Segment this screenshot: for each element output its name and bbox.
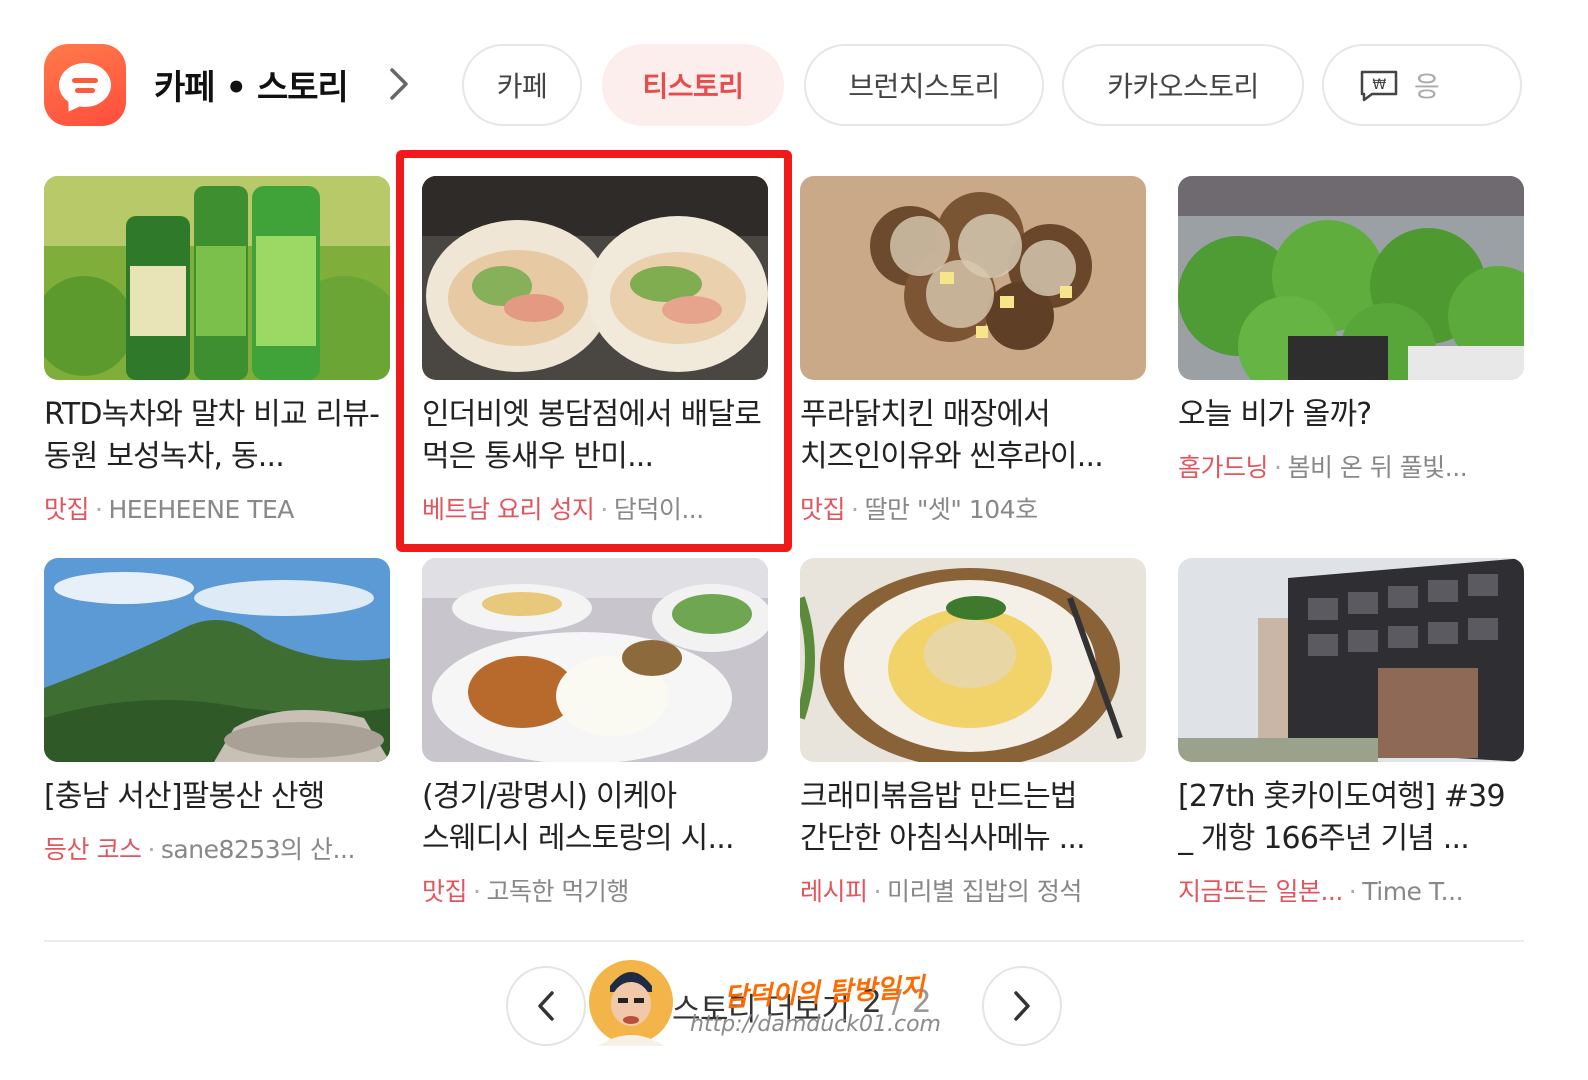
- card-source[interactable]: 고독한 먹기행: [486, 877, 629, 906]
- svg-text:₩: ₩: [1372, 77, 1386, 93]
- tab-label: 브런치스토리: [848, 70, 1000, 103]
- story-card[interactable]: 푸라닭치킨 매장에서 치즈인이유와 씬후라이... 맛집 · 딸만 "셋" 104호: [800, 176, 1146, 528]
- tab-label: 티스토리: [642, 70, 744, 103]
- card-title[interactable]: [27th 홋카이도여행] #39 _ 개항 166주년 기념 ...: [1178, 776, 1524, 860]
- next-page-button[interactable]: [982, 966, 1062, 1046]
- card-title[interactable]: RTD녹차와 말차 비교 리뷰- 동원 보성녹차, 동...: [44, 394, 390, 478]
- card-source[interactable]: Time T...: [1362, 877, 1463, 906]
- watermark-avatar: [588, 952, 674, 1046]
- chevron-right-icon: [1014, 991, 1030, 1021]
- card-category[interactable]: 맛집: [44, 495, 90, 524]
- card-thumbnail[interactable]: [1178, 176, 1524, 380]
- tab-brunch-story[interactable]: 브런치스토리: [804, 44, 1044, 126]
- story-card[interactable]: [충남 서산]팔봉산 산행 등산 코스 · sane8253의 산...: [44, 558, 390, 910]
- card-thumbnail[interactable]: [800, 176, 1146, 380]
- card-category[interactable]: 지금뜨는 일본...: [1178, 877, 1343, 906]
- cafe-story-app-icon: [44, 44, 126, 126]
- card-meta: 맛집 · 딸만 "셋" 104호: [800, 495, 1038, 524]
- story-card[interactable]: RTD녹차와 말차 비교 리뷰- 동원 보성녹차, 동... 맛집 · HEEHEE…: [44, 176, 390, 528]
- card-meta: 등산 코스 · sane8253의 산...: [44, 835, 355, 864]
- category-tabs: 카페 티스토리 브런치스토리 카카오스토리 ₩ 응: [462, 42, 1524, 128]
- card-meta: 지금뜨는 일본... · Time T...: [1178, 877, 1464, 906]
- card-title[interactable]: 오늘 비가 올까?: [1178, 394, 1524, 436]
- card-category[interactable]: 맛집: [422, 877, 468, 906]
- story-card[interactable]: 오늘 비가 올까? 홈가드닝 · 봄비 온 뒤 풀빛...: [1178, 176, 1524, 528]
- tab-label: 카카오스토리: [1107, 70, 1259, 103]
- card-meta: 레시피 · 미리별 집밥의 정석: [800, 877, 1082, 906]
- tab-label: 카페: [496, 70, 548, 103]
- card-source[interactable]: 미리별 집밥의 정석: [887, 877, 1082, 906]
- story-card[interactable]: [27th 홋카이도여행] #39 _ 개항 166주년 기념 ... 지금뜨는…: [1178, 558, 1524, 910]
- highlight-box: [396, 150, 792, 552]
- section-header: 카페 • 스토리 카페 티스토리 브런치스토리 카카오스토리 ₩ 응: [44, 42, 1544, 128]
- story-card[interactable]: 크래미볶음밥 만드는법 간단한 아침식사메뉴 ... 레시피 · 미리별 집밥의 정…: [800, 558, 1146, 910]
- card-title[interactable]: 푸라닭치킨 매장에서 치즈인이유와 씬후라이...: [800, 394, 1146, 478]
- card-title[interactable]: [충남 서산]팔봉산 산행: [44, 776, 390, 818]
- prev-page-button[interactable]: [506, 966, 586, 1046]
- card-source[interactable]: 봄비 온 뒤 풀빛...: [1287, 453, 1467, 482]
- card-meta: 맛집 · HEEHEENE TEA: [44, 495, 294, 524]
- card-meta: 홈가드닝 · 봄비 온 뒤 풀빛...: [1178, 453, 1468, 482]
- tab-label: 응: [1414, 70, 1440, 103]
- card-category[interactable]: 맛집: [800, 495, 846, 524]
- tab-cafe[interactable]: 카페: [462, 44, 582, 126]
- tab-kakao-story[interactable]: 카카오스토리: [1062, 44, 1304, 126]
- card-thumbnail[interactable]: [1178, 558, 1524, 762]
- watermark-url: http://damduck01.com: [690, 1012, 941, 1037]
- card-source[interactable]: 딸만 "셋" 104호: [864, 495, 1038, 524]
- card-title[interactable]: (경기/광명시) 이케아 스웨디시 레스토랑의 시...: [422, 776, 768, 860]
- card-category[interactable]: 등산 코스: [44, 835, 142, 864]
- section-title[interactable]: 카페 • 스토리: [154, 60, 349, 109]
- tab-tistory[interactable]: 티스토리: [602, 44, 784, 126]
- card-thumbnail[interactable]: [422, 558, 768, 762]
- card-source[interactable]: sane8253의 산...: [161, 835, 355, 864]
- card-source[interactable]: HEEHEENE TEA: [108, 495, 294, 524]
- chevron-right-icon[interactable]: [384, 66, 414, 102]
- pager: 스토리 더보기 2 / 2 담덕이의 탐방일지 http://damduck01…: [0, 960, 1588, 1048]
- divider: [44, 940, 1524, 942]
- won-sign-icon: ₩: [1360, 70, 1398, 102]
- card-category[interactable]: 홈가드닝: [1178, 453, 1269, 482]
- card-title[interactable]: 크래미볶음밥 만드는법 간단한 아침식사메뉴 ...: [800, 776, 1146, 860]
- card-thumbnail[interactable]: [800, 558, 1146, 762]
- card-category[interactable]: 레시피: [800, 877, 868, 906]
- story-card[interactable]: (경기/광명시) 이케아 스웨디시 레스토랑의 시... 맛집 · 고독한 먹기행: [422, 558, 768, 910]
- card-thumbnail[interactable]: [44, 176, 390, 380]
- card-meta: 맛집 · 고독한 먹기행: [422, 877, 629, 906]
- card-thumbnail[interactable]: [44, 558, 390, 762]
- chevron-left-icon: [538, 991, 554, 1021]
- tab-more[interactable]: ₩ 응: [1322, 44, 1522, 126]
